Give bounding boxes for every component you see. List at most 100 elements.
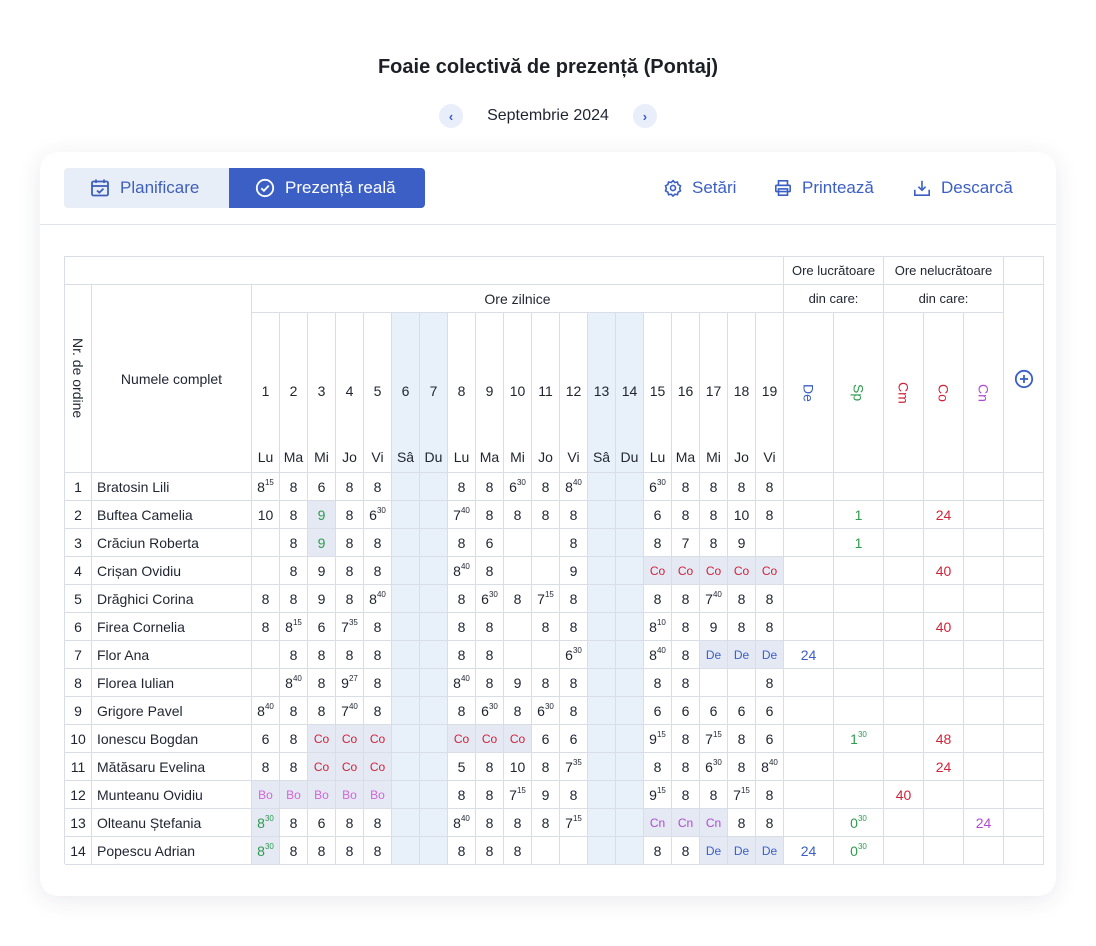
day-cell[interactable] (504, 613, 532, 641)
day-cell[interactable]: 8 (364, 473, 392, 501)
day-cell[interactable]: 8 (644, 529, 672, 557)
day-cell[interactable]: 840 (644, 641, 672, 669)
day-cell[interactable]: 8 (476, 473, 504, 501)
day-cell[interactable]: Co (448, 725, 476, 753)
prev-month-button[interactable]: ‹ (439, 104, 464, 128)
day-cell[interactable]: 715 (504, 781, 532, 809)
day-cell[interactable]: 8 (448, 837, 476, 865)
day-cell[interactable]: 715 (560, 809, 588, 837)
day-cell[interactable]: 740 (448, 501, 476, 529)
day-cell[interactable] (616, 669, 644, 697)
day-cell[interactable]: 8 (560, 585, 588, 613)
day-cell[interactable]: De (728, 641, 756, 669)
day-cell[interactable]: 8 (336, 473, 364, 501)
day-cell[interactable]: 815 (280, 613, 308, 641)
day-cell[interactable] (392, 753, 420, 781)
day-cell[interactable]: De (728, 837, 756, 865)
day-cell[interactable]: 8 (252, 585, 280, 613)
day-cell[interactable]: 8 (476, 669, 504, 697)
day-cell[interactable] (504, 529, 532, 557)
day-cell[interactable] (420, 697, 448, 725)
day-cell[interactable]: 630 (476, 585, 504, 613)
day-cell[interactable]: 840 (252, 697, 280, 725)
day-cell[interactable]: 9 (700, 613, 728, 641)
day-cell[interactable] (588, 641, 616, 669)
day-cell[interactable]: 8 (308, 669, 336, 697)
day-cell[interactable] (616, 557, 644, 585)
day-cell[interactable]: 8 (364, 557, 392, 585)
day-cell[interactable]: 735 (336, 613, 364, 641)
day-cell[interactable]: 9 (308, 557, 336, 585)
day-cell[interactable] (588, 837, 616, 865)
day-cell[interactable]: 8 (560, 697, 588, 725)
day-cell[interactable] (532, 529, 560, 557)
day-cell[interactable] (532, 641, 560, 669)
day-cell[interactable]: 8 (532, 501, 560, 529)
day-cell[interactable]: 630 (504, 473, 532, 501)
day-cell[interactable]: 8 (560, 501, 588, 529)
day-cell[interactable]: 8 (364, 837, 392, 865)
day-cell[interactable]: 8 (700, 473, 728, 501)
next-month-button[interactable]: › (632, 104, 657, 128)
day-cell[interactable] (392, 585, 420, 613)
day-cell[interactable] (616, 781, 644, 809)
day-cell[interactable] (420, 669, 448, 697)
day-cell[interactable] (392, 725, 420, 753)
day-cell[interactable]: 8 (364, 613, 392, 641)
day-cell[interactable]: 8 (672, 641, 700, 669)
day-cell[interactable]: 10 (252, 501, 280, 529)
day-cell[interactable]: Co (336, 725, 364, 753)
day-cell[interactable]: 8 (448, 529, 476, 557)
day-cell[interactable] (392, 669, 420, 697)
day-cell[interactable]: 8 (672, 585, 700, 613)
day-cell[interactable]: 8 (448, 641, 476, 669)
day-cell[interactable] (392, 473, 420, 501)
day-cell[interactable]: Cn (700, 809, 728, 837)
day-cell[interactable]: 8 (336, 529, 364, 557)
day-cell[interactable]: 8 (364, 529, 392, 557)
day-cell[interactable]: 8 (504, 585, 532, 613)
day-cell[interactable]: 8 (448, 473, 476, 501)
day-cell[interactable] (532, 557, 560, 585)
day-cell[interactable] (252, 557, 280, 585)
day-cell[interactable]: Bo (336, 781, 364, 809)
day-cell[interactable]: 8 (476, 557, 504, 585)
day-cell[interactable]: 8 (336, 837, 364, 865)
day-cell[interactable]: 8 (476, 781, 504, 809)
day-cell[interactable]: 8 (728, 613, 756, 641)
day-cell[interactable] (532, 837, 560, 865)
day-cell[interactable]: 630 (476, 697, 504, 725)
day-cell[interactable] (392, 837, 420, 865)
day-cell[interactable]: 8 (504, 809, 532, 837)
day-cell[interactable] (420, 837, 448, 865)
day-cell[interactable]: 8 (672, 473, 700, 501)
day-cell[interactable]: 8 (280, 697, 308, 725)
day-cell[interactable] (588, 669, 616, 697)
day-cell[interactable] (588, 697, 616, 725)
day-cell[interactable]: 8 (252, 753, 280, 781)
day-cell[interactable]: Co (644, 557, 672, 585)
day-cell[interactable]: 9 (532, 781, 560, 809)
day-cell[interactable]: 8 (644, 837, 672, 865)
day-cell[interactable]: 840 (756, 753, 784, 781)
day-cell[interactable]: 10 (728, 501, 756, 529)
day-cell[interactable] (420, 473, 448, 501)
day-cell[interactable]: 6 (308, 613, 336, 641)
day-cell[interactable]: 815 (252, 473, 280, 501)
day-cell[interactable] (588, 753, 616, 781)
day-cell[interactable]: 6 (700, 697, 728, 725)
day-cell[interactable]: 927 (336, 669, 364, 697)
day-cell[interactable] (420, 641, 448, 669)
day-cell[interactable]: 8 (476, 809, 504, 837)
day-cell[interactable]: 915 (644, 781, 672, 809)
day-cell[interactable]: Co (336, 753, 364, 781)
day-cell[interactable]: De (756, 837, 784, 865)
day-cell[interactable]: Co (364, 753, 392, 781)
day-cell[interactable] (392, 557, 420, 585)
day-cell[interactable]: 6 (672, 697, 700, 725)
day-cell[interactable]: 8 (476, 753, 504, 781)
day-cell[interactable]: 6 (476, 529, 504, 557)
day-cell[interactable]: 8 (336, 641, 364, 669)
day-cell[interactable]: 6 (532, 725, 560, 753)
day-cell[interactable]: 8 (700, 781, 728, 809)
